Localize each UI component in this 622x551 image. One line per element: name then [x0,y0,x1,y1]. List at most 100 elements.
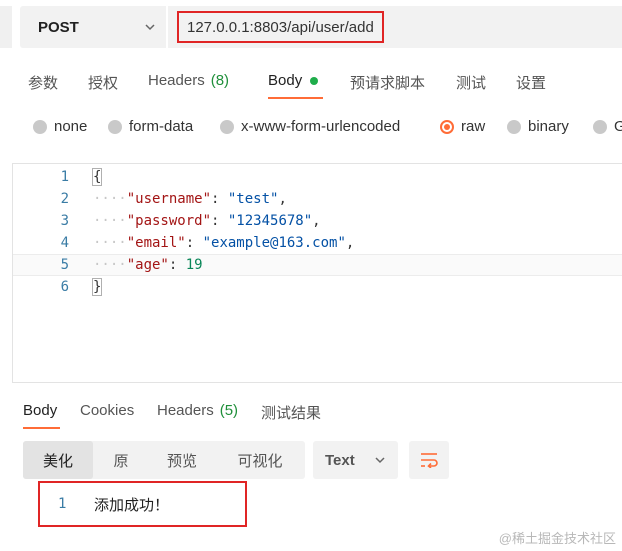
indent-dots: ···· [93,191,127,207]
code-content: ····"email": "example@163.com", [93,235,355,251]
active-response-tab-underline [23,427,60,429]
tab-pre-request-script[interactable]: 预请求脚本 [350,72,425,93]
method-select[interactable]: POST [20,6,166,48]
indent-dots: ···· [93,235,127,251]
radio-selected-icon [440,119,454,134]
response-text: 添加成功！ [94,496,170,514]
tab-label: 测试 [456,75,487,92]
response-tab-body[interactable]: Body [23,402,57,419]
code-content: ····"username": "test", [93,191,287,207]
tab-settings[interactable]: 设置 [516,72,546,93]
button-label: 可视化 [237,452,283,470]
code-line: 3 ····"password": "12345678", [13,210,622,232]
response-tab-cookies[interactable]: Cookies [80,402,134,419]
radio-label: G [614,118,622,135]
headers-count: (8) [210,72,230,89]
json-comma: , [312,213,321,229]
button-label: 美化 [42,452,73,470]
tab-label: Cookies [80,402,135,419]
code-content: } [91,278,103,296]
request-bar: POST 127.0.0.1:8803/api/user/add [0,0,622,54]
view-preview-button[interactable]: 预览 [149,441,215,479]
response-tab-headers[interactable]: Headers (5) [157,402,238,419]
line-number: 5 [60,257,69,273]
request-tabs: 参数 授权 Headers (8) Body 预请求脚本 测试 设置 [0,62,622,102]
json-value: 19 [185,257,203,273]
tab-headers[interactable]: Headers (8) [148,72,229,89]
url-input[interactable]: 127.0.0.1:8803/api/user/add [177,11,384,43]
radio-label: none [54,118,88,135]
code-line: 2 ····"username": "test", [13,188,622,210]
tab-tests[interactable]: 测试 [456,72,486,93]
button-label: 预览 [166,452,197,470]
chevron-down-icon [375,457,385,464]
body-code-editor[interactable]: 1 { 2 ····"username": "test", 3 ····"pas… [12,163,622,383]
tab-label: 授权 [88,75,119,92]
radio-circle-icon [507,119,521,134]
chevron-down-icon [145,24,155,31]
radio-raw[interactable]: raw [440,118,485,135]
method-label: POST [38,18,79,36]
radio-circle-icon [33,119,47,134]
response-output: 1 添加成功！ [38,481,247,527]
view-mode-segmented: 美化 原 预览 可视化 [23,441,305,479]
code-line-active: 5 ····"age": 19 [13,254,622,276]
response-tab-test-results[interactable]: 测试结果 [261,402,321,423]
tab-label: Headers [148,72,205,89]
radio-form-data[interactable]: form-data [108,118,193,135]
tab-authorization[interactable]: 授权 [88,72,118,93]
indent-dots: ···· [93,213,127,229]
json-key: "email" [126,235,186,251]
wrap-lines-button[interactable] [409,441,449,479]
tab-label: Headers [157,402,214,419]
line-number: 3 [60,213,69,229]
view-pretty-button[interactable]: 美化 [23,441,93,479]
radio-x-www-form-urlencoded[interactable]: x-www-form-urlencoded [220,118,400,135]
button-label: 原 [113,452,129,470]
line-number: 6 [60,279,69,295]
close-brace: } [91,278,103,296]
json-key: "age" [126,257,169,273]
tab-label: Body [23,402,58,419]
radio-label: raw [461,118,486,135]
indent-dots: ···· [93,257,127,273]
view-visualize-button[interactable]: 可视化 [215,441,305,479]
radio-circle-icon [108,119,122,134]
radio-graphql[interactable]: G [593,118,622,135]
radio-label: form-data [129,118,194,135]
watermark: @稀土掘金技术社区 [498,531,616,546]
url-text: 127.0.0.1:8803/api/user/add [187,18,374,36]
radio-binary[interactable]: binary [507,118,569,135]
radio-label: binary [528,118,569,135]
json-comma: , [278,191,287,207]
radio-circle-icon [220,119,234,134]
tab-label: 测试结果 [261,405,322,422]
tab-params[interactable]: 参数 [28,72,58,93]
tab-label: 设置 [516,75,547,92]
json-value: "test" [227,191,279,207]
line-number: 2 [60,191,69,207]
tab-label: 参数 [28,75,59,92]
radio-label: x-www-form-urlencoded [241,118,401,135]
line-number: 1 [60,169,69,185]
json-value: "example@163.com" [202,235,346,251]
radio-none[interactable]: none [33,118,87,135]
body-indicator-dot [310,76,319,85]
active-tab-underline [268,97,323,99]
left-edge-panel [0,6,12,48]
json-key: "username" [126,191,212,207]
code-line: 4 ····"email": "example@163.com", [13,232,622,254]
format-select[interactable]: Text [313,441,398,479]
code-line: 6 } [13,276,622,298]
line-number: 4 [60,235,69,251]
code-content: ····"age": 19 [93,257,203,273]
code-line: 1 { [13,166,622,188]
tab-label: 预请求脚本 [350,75,426,92]
view-raw-button[interactable]: 原 [93,441,149,479]
tab-body[interactable]: Body [268,72,319,89]
url-field-container: 127.0.0.1:8803/api/user/add [168,6,622,48]
body-type-radios: none form-data x-www-form-urlencoded raw… [0,112,622,142]
json-comma: , [345,235,355,251]
radio-circle-icon [593,119,607,134]
headers-count: (5) [219,402,239,419]
